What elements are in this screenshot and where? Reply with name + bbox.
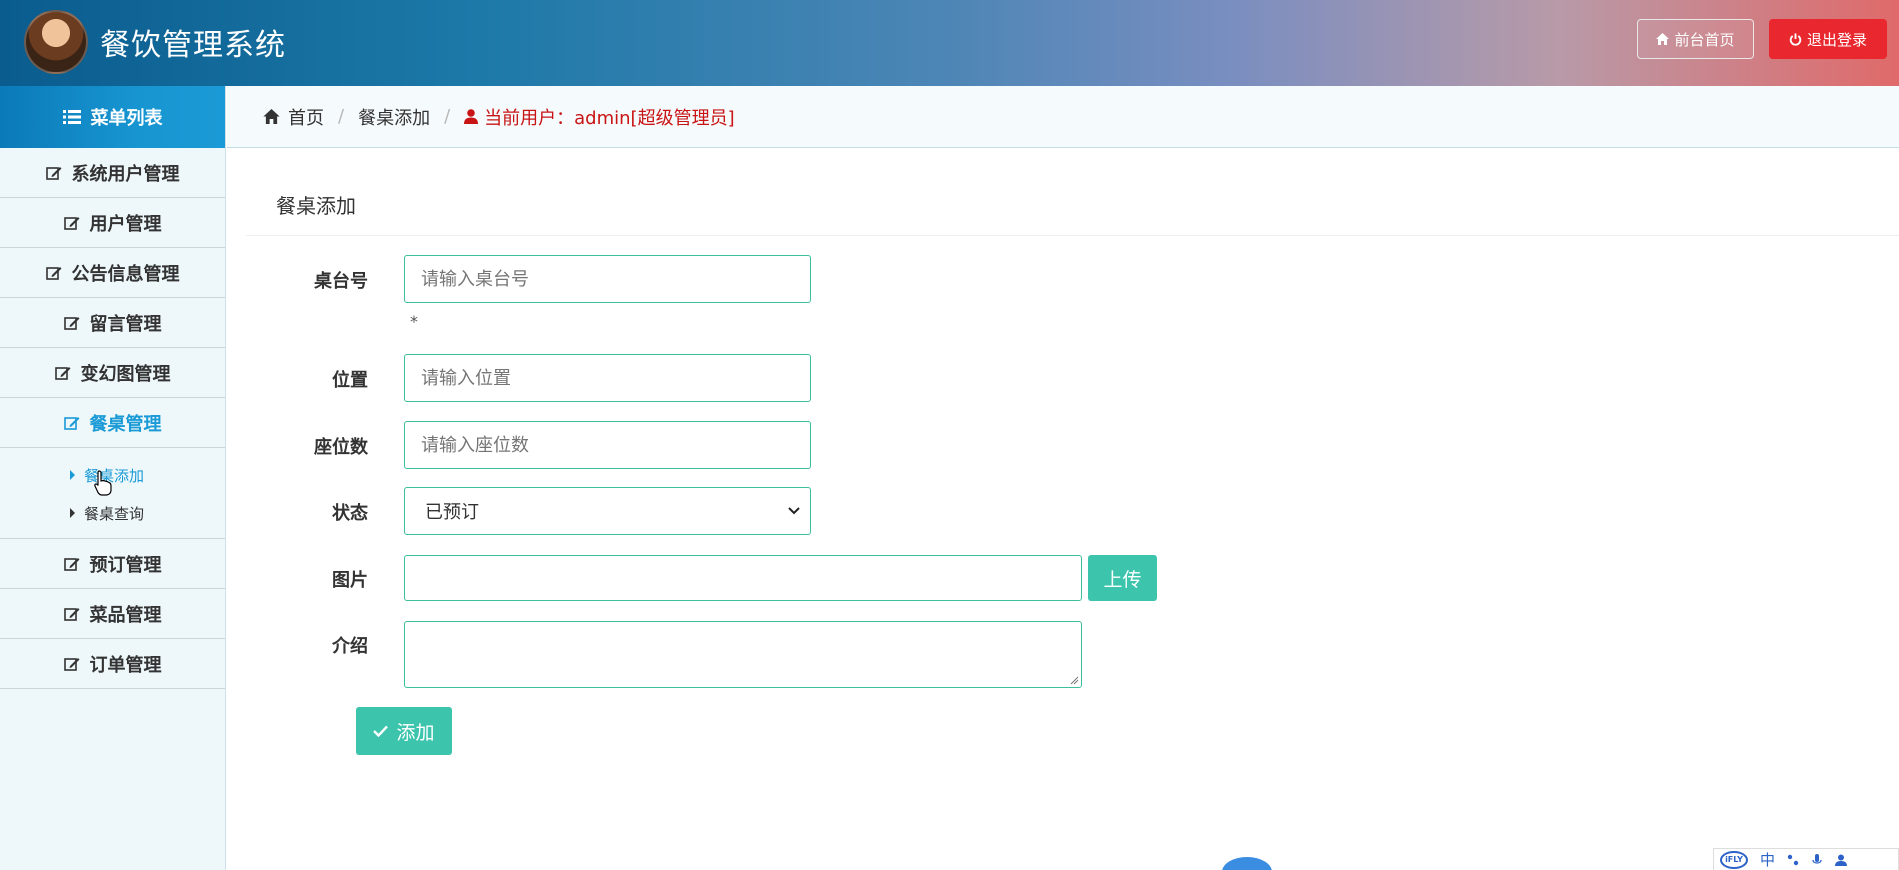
list-icon xyxy=(62,110,81,124)
sidebar-item-label: 公告信息管理 xyxy=(71,263,180,285)
upload-button[interactable]: 上传 xyxy=(1088,555,1157,601)
sidebar-item-system-users[interactable]: 系统用户管理 xyxy=(0,148,225,198)
punctuation-icon[interactable] xyxy=(1787,854,1799,866)
edit-icon xyxy=(54,366,70,380)
title-divider xyxy=(246,235,1899,236)
required-mark: * xyxy=(410,312,418,331)
status-label: 状态 xyxy=(332,503,368,524)
intro-label: 介绍 xyxy=(332,636,368,657)
sidebar-item-label: 用户管理 xyxy=(89,213,162,235)
breadcrumb-separator: / xyxy=(444,106,451,127)
sidebar-item-label: 系统用户管理 xyxy=(71,163,180,185)
submenu-item-table-query[interactable]: 餐桌查询 xyxy=(0,494,225,532)
sidebar-title: 菜单列表 xyxy=(0,86,225,148)
intro-textarea[interactable] xyxy=(404,621,1082,688)
sidebar-item-reservations[interactable]: 预订管理 xyxy=(0,539,225,589)
edit-icon xyxy=(63,557,79,571)
app-title: 餐饮管理系统 xyxy=(100,28,286,63)
status-select[interactable]: 已预订 xyxy=(404,487,811,535)
edit-icon xyxy=(63,416,79,430)
sidebar-item-label: 订单管理 xyxy=(89,654,162,676)
edit-icon xyxy=(63,316,79,330)
home-icon xyxy=(1656,33,1670,45)
page-title: 餐桌添加 xyxy=(276,194,356,218)
location-label: 位置 xyxy=(332,370,368,391)
sidebar-item-tables[interactable]: 餐桌管理 xyxy=(0,398,225,448)
check-icon xyxy=(373,725,389,737)
logout-label: 退出登录 xyxy=(1806,30,1867,49)
seats-input[interactable] xyxy=(404,421,811,469)
sidebar-item-users[interactable]: 用户管理 xyxy=(0,198,225,248)
add-submit-label: 添加 xyxy=(396,721,435,744)
sidebar: 菜单列表 系统用户管理 用户管理 公告信息管理 留言管理 变幻图管理 餐桌管理 … xyxy=(0,86,226,870)
submenu-item-label: 餐桌查询 xyxy=(84,504,145,523)
sidebar-title-label: 菜单列表 xyxy=(90,108,163,129)
submenu-item-label: 餐桌添加 xyxy=(84,466,145,485)
submenu-item-table-add[interactable]: 餐桌添加 xyxy=(0,456,225,494)
edit-icon xyxy=(63,657,79,671)
sidebar-item-label: 预订管理 xyxy=(89,554,162,576)
table-no-input[interactable] xyxy=(404,255,811,303)
breadcrumb: 首页 / 餐桌添加 / 当前用户：admin[超级管理员] xyxy=(227,86,1899,148)
edit-icon xyxy=(63,607,79,621)
microphone-icon[interactable] xyxy=(1811,853,1823,866)
ime-toolbar: iFLY 中 xyxy=(1713,848,1899,870)
power-icon xyxy=(1789,32,1802,46)
ime-mode-toggle[interactable]: 中 xyxy=(1760,849,1775,870)
frontend-home-label: 前台首页 xyxy=(1674,30,1735,49)
tables-submenu: 餐桌添加 餐桌查询 xyxy=(0,448,225,539)
logout-button[interactable]: 退出登录 xyxy=(1769,19,1887,59)
logo-avatar xyxy=(24,10,88,74)
floating-assist-button[interactable] xyxy=(1222,857,1272,870)
edit-icon xyxy=(63,216,79,230)
seats-label: 座位数 xyxy=(314,437,368,458)
add-submit-button[interactable]: 添加 xyxy=(356,707,452,755)
sidebar-item-label: 菜品管理 xyxy=(89,604,162,626)
edit-icon xyxy=(45,266,61,280)
sidebar-item-label: 变幻图管理 xyxy=(80,363,171,385)
sidebar-item-announcements[interactable]: 公告信息管理 xyxy=(0,248,225,298)
frontend-home-button[interactable]: 前台首页 xyxy=(1637,19,1754,59)
breadcrumb-home[interactable]: 首页 xyxy=(288,104,324,130)
sidebar-item-carousel[interactable]: 变幻图管理 xyxy=(0,348,225,398)
breadcrumb-separator: / xyxy=(338,106,345,127)
sidebar-item-orders[interactable]: 订单管理 xyxy=(0,639,225,689)
resize-grip-icon[interactable] xyxy=(1069,675,1079,685)
caret-right-icon xyxy=(70,508,75,518)
chevron-down-icon xyxy=(788,507,800,515)
breadcrumb-current: 餐桌添加 xyxy=(358,107,431,129)
caret-right-icon xyxy=(70,470,75,480)
top-header: 餐饮管理系统 前台首页 退出登录 xyxy=(0,0,1899,86)
sidebar-item-messages[interactable]: 留言管理 xyxy=(0,298,225,348)
sidebar-item-label: 餐桌管理 xyxy=(89,413,162,435)
image-path-input[interactable] xyxy=(404,555,1082,601)
status-selected-value: 已预订 xyxy=(425,502,479,523)
user-icon[interactable] xyxy=(1835,854,1848,866)
image-label: 图片 xyxy=(332,570,368,591)
sidebar-item-label: 留言管理 xyxy=(89,313,162,335)
hand-cursor-icon xyxy=(94,470,112,496)
location-input[interactable] xyxy=(404,354,811,402)
edit-icon xyxy=(45,166,61,180)
ime-logo[interactable]: iFLY xyxy=(1720,850,1748,869)
current-user-label: 当前用户：admin[超级管理员] xyxy=(484,107,735,129)
sidebar-item-dishes[interactable]: 菜品管理 xyxy=(0,589,225,639)
user-icon xyxy=(464,109,479,124)
current-user: 当前用户：admin[超级管理员] xyxy=(464,104,735,130)
table-no-label: 桌台号 xyxy=(314,271,368,292)
home-icon xyxy=(263,109,280,124)
